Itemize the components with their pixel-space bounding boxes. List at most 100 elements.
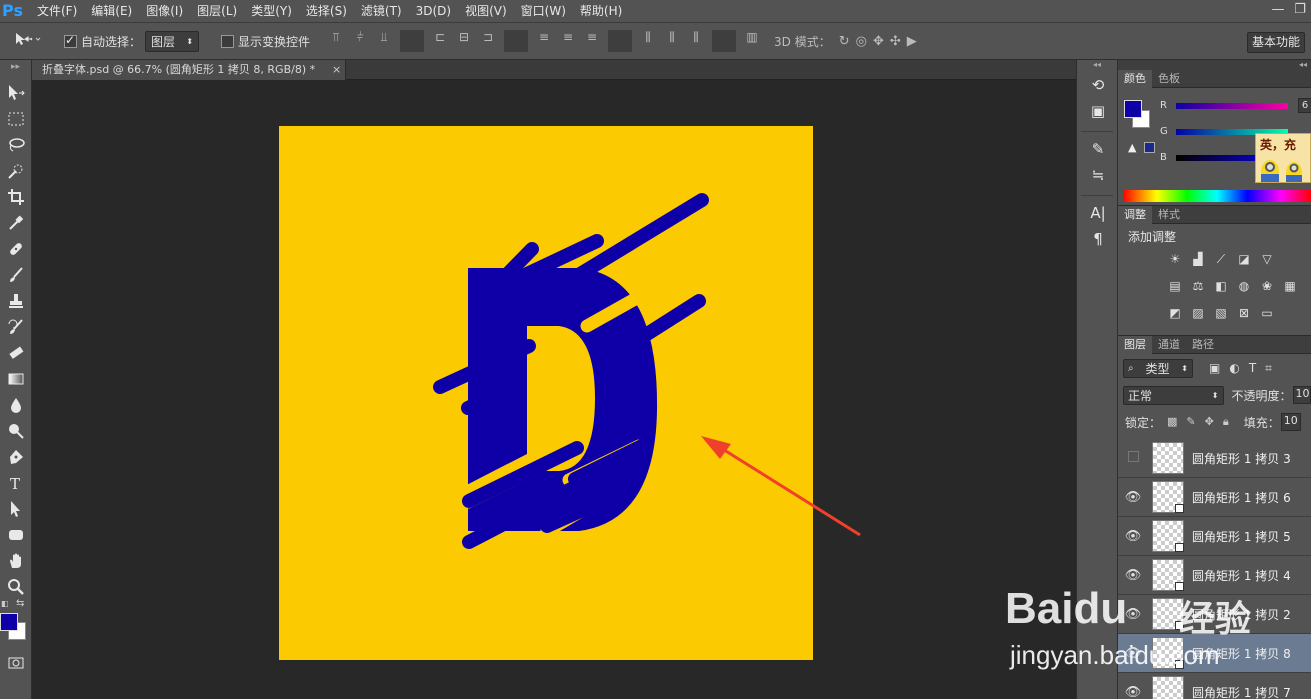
- panel-foreground-swatch[interactable]: [1124, 100, 1142, 118]
- align-hcenter-icon[interactable]: ⊟: [452, 30, 476, 52]
- shape-filter-icon[interactable]: ⌗: [1265, 361, 1281, 375]
- canvas-area[interactable]: [33, 81, 1076, 699]
- eye-icon[interactable]: 👁︎: [1118, 529, 1148, 544]
- menu-image[interactable]: 图像(I): [139, 0, 190, 22]
- swap-colors-icon[interactable]: ⇆: [16, 598, 24, 609]
- restore-button[interactable]: ❐: [1289, 0, 1311, 20]
- slider-r-value[interactable]: 6: [1298, 98, 1311, 113]
- align-bottom-icon[interactable]: ⫫: [372, 30, 396, 52]
- align-right-icon[interactable]: ⊐: [476, 30, 500, 52]
- document-tab[interactable]: 折叠字体.psd @ 66.7% (圆角矩形 1 拷贝 8, RGB/8) *: [32, 60, 346, 80]
- gradient-tool[interactable]: [0, 366, 32, 392]
- hue-saturation-icon[interactable]: ▤: [1166, 278, 1184, 294]
- layer-row[interactable]: 👁︎ 圆角矩形 1 拷贝 8: [1118, 634, 1311, 673]
- distribute-bottom-icon[interactable]: ≡: [580, 30, 604, 52]
- brush-presets-icon[interactable]: ✎: [1077, 136, 1119, 162]
- gamut-warning-icon[interactable]: ▲: [1128, 141, 1136, 154]
- brush-panel-icon[interactable]: ≒: [1077, 162, 1119, 188]
- layer-row[interactable]: 👁︎ 圆角矩形 1 拷贝 7: [1118, 673, 1311, 699]
- tab-adjustments[interactable]: 调整: [1118, 206, 1152, 224]
- layer-name[interactable]: 圆角矩形 1 拷贝 6: [1192, 489, 1291, 506]
- layer-row[interactable]: 👁︎ 圆角矩形 1 拷贝 4: [1118, 556, 1311, 595]
- quick-mask-button[interactable]: [0, 650, 32, 676]
- adjustment-filter-icon[interactable]: ◐: [1229, 361, 1248, 375]
- brightness-icon[interactable]: ☀: [1166, 251, 1184, 267]
- character-panel-icon[interactable]: A|: [1077, 200, 1119, 226]
- eyedropper-tool[interactable]: [0, 210, 32, 236]
- exposure-icon[interactable]: ◪: [1235, 251, 1253, 267]
- default-colors-icon[interactable]: ◧: [1, 599, 9, 608]
- type-filter-icon[interactable]: T: [1249, 361, 1265, 375]
- quick-select-tool[interactable]: [0, 158, 32, 184]
- menu-help[interactable]: 帮助(H): [573, 0, 629, 22]
- panel-collapse-icon[interactable]: ◂◂: [1118, 60, 1311, 70]
- stamp-tool[interactable]: [0, 288, 32, 314]
- distribute-right-icon[interactable]: ⫼: [684, 30, 708, 52]
- align-left-icon[interactable]: ⊏: [428, 30, 452, 52]
- tab-paths[interactable]: 路径: [1186, 336, 1220, 354]
- dodge-tool[interactable]: [0, 418, 32, 444]
- layer-row[interactable]: 👁︎ 圆角矩形 1 拷贝 6: [1118, 478, 1311, 517]
- healing-brush-tool[interactable]: [0, 236, 32, 262]
- auto-align-icon[interactable]: ▥: [740, 30, 764, 52]
- color-balance-icon[interactable]: ⚖: [1189, 278, 1207, 294]
- distribute-top-icon[interactable]: ≡: [532, 30, 556, 52]
- blend-mode-dropdown[interactable]: 正常 ⬍: [1123, 385, 1224, 405]
- curves-icon[interactable]: ⟋: [1212, 251, 1230, 267]
- layer-row[interactable]: 👁︎ 圆角矩形 1 拷贝 5: [1118, 517, 1311, 556]
- 3d-drag-icon[interactable]: ✥: [873, 34, 890, 49]
- menu-layer[interactable]: 图层(L): [190, 0, 244, 22]
- menu-select[interactable]: 选择(S): [299, 0, 354, 22]
- eye-icon[interactable]: 👁︎: [1118, 607, 1148, 622]
- menu-window[interactable]: 窗口(W): [514, 0, 573, 22]
- eye-icon[interactable]: 👁︎: [1118, 568, 1148, 583]
- menu-view[interactable]: 视图(V): [458, 0, 514, 22]
- menu-filter[interactable]: 滤镜(T): [354, 0, 409, 22]
- eraser-tool[interactable]: [0, 340, 32, 366]
- eye-icon[interactable]: 👁︎: [1118, 685, 1148, 699]
- align-top-icon[interactable]: ⫪: [324, 30, 348, 52]
- posterize-icon[interactable]: ▨: [1189, 305, 1207, 321]
- shape-tool[interactable]: [0, 522, 32, 548]
- eye-icon[interactable]: 👁︎: [1118, 490, 1148, 505]
- black-white-icon[interactable]: ◧: [1212, 278, 1230, 294]
- align-vcenter-icon[interactable]: ⫩: [348, 30, 372, 52]
- layer-row[interactable]: 👁︎ 圆角矩形 1 拷贝 2: [1118, 595, 1311, 634]
- history-brush-tool[interactable]: [0, 314, 32, 340]
- lock-transparency-icon[interactable]: ▩: [1167, 415, 1186, 428]
- auto-select-checkbox[interactable]: [64, 33, 77, 48]
- distribute-vcenter-icon[interactable]: ≡: [556, 30, 580, 52]
- tab-layers[interactable]: 图层: [1118, 336, 1152, 354]
- opacity-input[interactable]: 10: [1292, 386, 1311, 404]
- tool-preset-picker[interactable]: [14, 31, 46, 51]
- layer-name[interactable]: 圆角矩形 1 拷贝 5: [1192, 528, 1291, 545]
- pixel-filter-icon[interactable]: ▣: [1209, 361, 1229, 375]
- tab-styles[interactable]: 样式: [1152, 206, 1186, 224]
- color-lookup-icon[interactable]: ▦: [1281, 278, 1299, 294]
- brush-tool[interactable]: [0, 262, 32, 288]
- layer-name[interactable]: 圆角矩形 1 拷贝 2: [1192, 606, 1291, 623]
- dock-grip-icon[interactable]: ◂◂: [1077, 60, 1117, 72]
- menu-file[interactable]: 文件(F): [30, 0, 84, 22]
- fill-input[interactable]: 10: [1280, 413, 1301, 431]
- layer-filter-dropdown[interactable]: ⌕ 类型 ⬍: [1123, 358, 1193, 378]
- visibility-toggle-icon[interactable]: [1118, 450, 1148, 466]
- slider-r-track[interactable]: [1176, 103, 1288, 109]
- close-tab-icon[interactable]: ×: [332, 60, 341, 80]
- 3d-rotate-icon[interactable]: ↻: [839, 34, 856, 49]
- slider-r[interactable]: R 6: [1160, 98, 1311, 114]
- tab-color[interactable]: 颜色: [1118, 70, 1152, 88]
- layer-name[interactable]: 圆角矩形 1 拷贝 4: [1192, 567, 1291, 584]
- layer-name[interactable]: 圆角矩形 1 拷贝 3: [1192, 450, 1291, 467]
- paragraph-panel-icon[interactable]: ¶: [1077, 226, 1119, 252]
- type-tool[interactable]: T: [0, 470, 32, 496]
- minimize-button[interactable]: —: [1267, 0, 1289, 20]
- layer-row[interactable]: 圆角矩形 1 拷贝 3: [1118, 439, 1311, 478]
- menu-3d[interactable]: 3D(D): [409, 0, 458, 22]
- eye-icon[interactable]: 👁︎: [1118, 646, 1148, 661]
- foreground-color-swatch[interactable]: [0, 613, 18, 631]
- levels-icon[interactable]: ▟: [1189, 251, 1207, 267]
- menu-edit[interactable]: 编辑(E): [84, 0, 139, 22]
- selective-color-icon[interactable]: ⊠: [1235, 305, 1253, 321]
- web-safe-swatch[interactable]: [1144, 142, 1155, 153]
